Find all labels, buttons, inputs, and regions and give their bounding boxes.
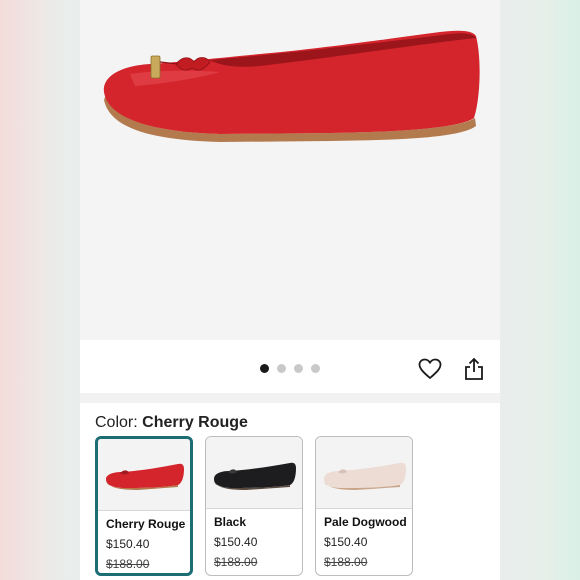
color-swatch-black[interactable]: Black $150.40 $188.00 (205, 436, 303, 576)
swatch-original-price: $188.00 (324, 555, 368, 569)
product-page: Color: Cherry Rouge Cherry Rouge $150.40… (80, 0, 500, 580)
heart-icon (418, 358, 442, 380)
carousel-dot[interactable] (260, 364, 269, 373)
swatch-thumbnail (316, 437, 412, 509)
shoe-thumbnail-image (324, 462, 406, 490)
swatch-name: Pale Dogwood (324, 515, 407, 529)
swatch-name: Black (214, 515, 247, 529)
shoe-thumbnail-image (106, 463, 184, 490)
swatch-thumbnail (206, 437, 302, 509)
color-swatch-pale-dogwood[interactable]: Pale Dogwood $150.40 $188.00 (315, 436, 413, 576)
swatch-price: $150.40 (106, 537, 150, 551)
swatch-name: Cherry Rouge (106, 517, 186, 531)
carousel-dot[interactable] (277, 364, 286, 373)
shoe-thumbnail-image (214, 462, 296, 490)
swatch-original-price: $188.00 (214, 555, 258, 569)
share-icon (465, 357, 483, 380)
swatch-price: $150.40 (324, 535, 368, 549)
carousel-pagination (260, 364, 320, 373)
section-divider (80, 393, 500, 403)
carousel-dot[interactable] (311, 364, 320, 373)
color-selector-label: Color: Cherry Rouge (95, 414, 248, 432)
selected-color-value: Cherry Rouge (142, 414, 248, 431)
favorite-button[interactable] (417, 356, 443, 382)
swatch-thumbnail (98, 439, 190, 511)
product-image (103, 30, 480, 142)
swatch-original-price: $188.00 (106, 557, 150, 571)
color-label-prefix: Color: (95, 414, 138, 431)
share-button[interactable] (461, 356, 487, 382)
swatch-price: $150.40 (214, 535, 258, 549)
color-swatch-cherry-rouge[interactable]: Cherry Rouge $150.40 $188.00 (95, 436, 193, 576)
product-image-carousel[interactable] (80, 0, 500, 340)
carousel-dot[interactable] (294, 364, 303, 373)
color-swatch-list: Cherry Rouge $150.40 $188.00 Black $150.… (95, 436, 413, 576)
